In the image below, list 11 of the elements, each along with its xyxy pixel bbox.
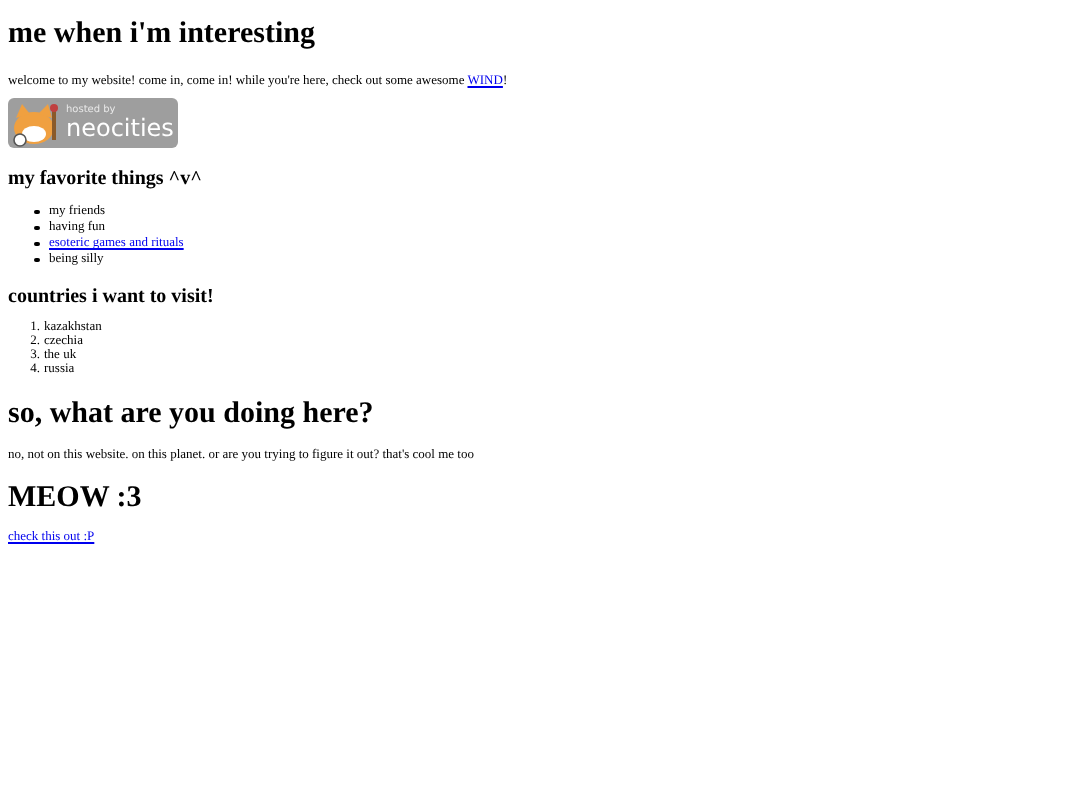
section-heading: my favorite things ^v^ xyxy=(8,168,202,192)
section-heading: so, what are you doing here? xyxy=(8,398,374,432)
badge-brand-text: neocities xyxy=(66,116,174,140)
bullet-icon xyxy=(34,225,39,231)
section-heading: MEOW :3 xyxy=(8,482,142,516)
bullet-icon xyxy=(34,241,39,247)
page-title: me when i'm interesting xyxy=(8,18,315,52)
bullet-icon xyxy=(34,257,39,263)
bullet-icon xyxy=(34,209,39,215)
cat-mascot-icon xyxy=(10,99,62,147)
section-heading: countries i want to visit! xyxy=(8,286,214,310)
